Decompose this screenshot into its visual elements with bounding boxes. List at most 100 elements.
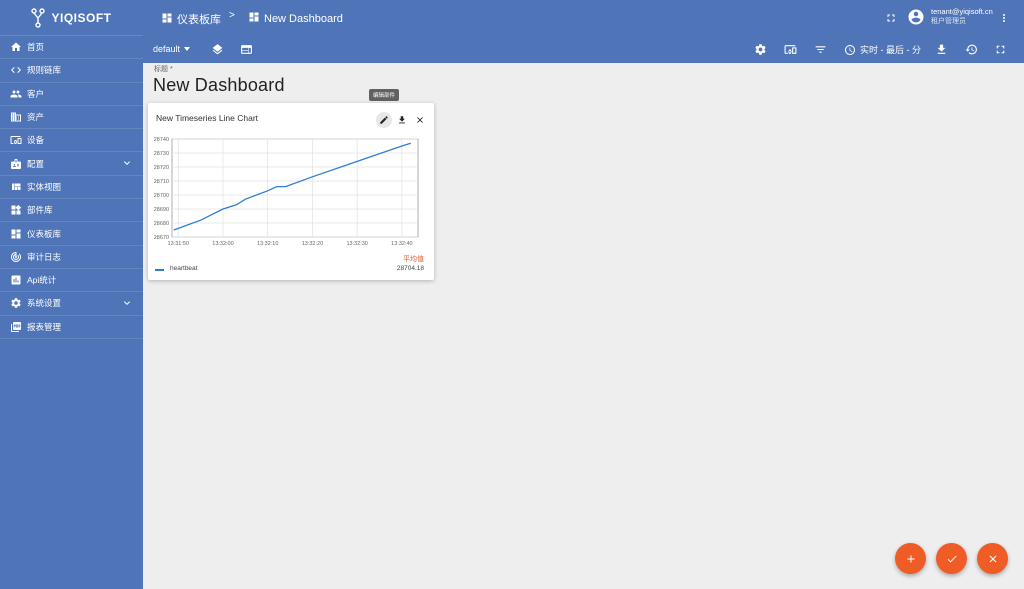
sidebar-item-label: 首页 [27, 42, 45, 53]
logo-icon [31, 7, 46, 28]
web-layout-icon[interactable] [240, 43, 253, 56]
y-axis-ticks: 2874028730287202871028700286902868028670 [154, 137, 169, 241]
settings-icon [9, 297, 22, 310]
sidebar-item-label: 规则链库 [27, 65, 62, 76]
sidebar-item-home[interactable]: 首页 [0, 36, 143, 60]
badge-icon [9, 157, 22, 170]
view-quilt-icon [9, 180, 22, 193]
chevron-down-icon[interactable] [121, 157, 133, 169]
caret-down-icon [184, 47, 191, 51]
devices-icon[interactable] [784, 43, 797, 56]
legend-series-name: heartbeat [170, 265, 198, 272]
settings-icon[interactable] [754, 43, 767, 56]
sidebar-item-widgets-library[interactable]: 部件库 [0, 199, 143, 223]
cancel-button[interactable] [977, 543, 1008, 574]
dashboard-toolbar: default 实时 - 最后 - 分 [143, 36, 1024, 63]
y-tick-label: 28730 [154, 151, 169, 157]
state-selector[interactable]: default [153, 44, 191, 54]
sidebar-item-devices[interactable]: 设备 [0, 129, 143, 153]
y-tick-label: 28740 [154, 137, 169, 143]
download-icon[interactable] [935, 43, 948, 56]
sidebar-menu: 首页 规则链库 客户 资产 设备 配置 实体视图 部件库 仪表板库 审计日志 A… [0, 36, 143, 339]
track-changes-icon [9, 250, 22, 263]
add-icon [907, 555, 914, 562]
x-axis-ticks: 13:31:50 13:32:00 13:32:10 13:32:20 13:32:30… [168, 241, 413, 247]
chevron-down-icon[interactable] [121, 297, 133, 309]
home-icon [9, 41, 22, 54]
legend-swatch [155, 269, 164, 271]
y-tick-label: 28700 [154, 193, 169, 199]
filter-list-icon[interactable] [814, 43, 827, 56]
logo-text: YIQISOFT [51, 10, 112, 25]
breadcrumb-separator: > [229, 10, 235, 21]
sidebar-item-label: 审计日志 [27, 251, 62, 262]
timewindow-label: 实时 - 最后 - 分 [860, 45, 921, 55]
sidebar-item-label: 报表管理 [27, 321, 62, 332]
x-tick-label: 13:31:50 [168, 241, 189, 247]
sidebar-item-label: 配置 [27, 158, 45, 169]
fullscreen-icon[interactable] [994, 43, 1007, 56]
legend-avg-value: 28704.18 [396, 265, 424, 272]
series-line-heartbeat [173, 142, 411, 231]
logo[interactable]: YIQISOFT [0, 0, 143, 36]
edit-icon[interactable] [376, 112, 392, 128]
sidebar-item-entity-views[interactable]: 实体视图 [0, 176, 143, 200]
sidebar-item-reports[interactable]: 报表管理 [0, 316, 143, 339]
breadcrumb-label: New Dashboard [264, 12, 343, 25]
user-info[interactable]: tenant@yiqisoft.cn 租户管理员 [931, 7, 993, 27]
sidebar-item-customers[interactable]: 客户 [0, 83, 143, 106]
x-tick-label: 13:32:00 [212, 241, 233, 247]
widget-title: New Timeseries Line Chart [156, 113, 259, 123]
insert-chart-icon [9, 274, 22, 287]
sidebar-item-label: 仪表板库 [27, 228, 62, 239]
title-field-label: 标题 * [154, 66, 173, 73]
history-icon[interactable] [965, 43, 978, 56]
legend-row[interactable]: heartbeat 28704.18 [155, 265, 427, 275]
sidebar-item-label: 实体视图 [27, 181, 62, 192]
close-icon[interactable] [413, 113, 427, 127]
save-button[interactable] [936, 543, 967, 574]
user-role: 租户管理员 [931, 18, 966, 25]
sidebar-item-label: 系统设置 [27, 298, 62, 309]
dashboard-icon [161, 12, 173, 27]
user-email: tenant@yiqisoft.cn [931, 7, 993, 16]
layers-icon[interactable] [211, 43, 224, 56]
dashboard-title-field[interactable]: New Dashboard [153, 75, 285, 96]
devices-icon [9, 134, 22, 147]
sidebar-item-label: Api统计 [27, 275, 57, 286]
top-header: 仪表板库 > New Dashboard tenant@yiqisoft.cn … [143, 0, 1024, 36]
more-vert-icon[interactable] [998, 11, 1010, 25]
pdf-icon [9, 320, 22, 333]
sidebar-item-rule-chains[interactable]: 规则链库 [0, 59, 143, 83]
sidebar-item-profiles[interactable]: 配置 [0, 152, 143, 176]
sidebar-item-system-settings[interactable]: 系统设置 [0, 292, 143, 316]
sidebar-item-assets[interactable]: 资产 [0, 106, 143, 130]
y-tick-label: 28680 [154, 221, 169, 227]
breadcrumb-current: New Dashboard [248, 11, 343, 26]
account-circle-icon[interactable] [907, 8, 925, 26]
sidebar-item-dashboards[interactable]: 仪表板库 [0, 222, 143, 246]
add-widget-button[interactable] [895, 543, 926, 574]
x-tick-label: 13:32:40 [391, 241, 412, 247]
timewindow-button[interactable]: 实时 - 最后 - 分 [844, 43, 921, 56]
sidebar-item-api-usage[interactable]: Api统计 [0, 269, 143, 293]
legend-avg-header: 平均值 [403, 256, 424, 263]
people-icon [9, 87, 22, 100]
download-icon[interactable] [395, 113, 409, 127]
breadcrumb-label: 仪表板库 [177, 14, 221, 26]
line-chart: 2874028730287202871028700286902868028670… [154, 137, 419, 247]
chart-series [173, 142, 411, 231]
check-icon [947, 555, 956, 562]
timeseries-widget[interactable]: New Timeseries Line Chart 28740 28730 2872… [148, 103, 434, 280]
fullscreen-icon[interactable] [885, 11, 897, 23]
sidebar-item-audit-logs[interactable]: 审计日志 [0, 246, 143, 269]
sidebar-item-label: 设备 [27, 135, 45, 146]
breadcrumb-dashboards[interactable]: 仪表板库 [161, 11, 221, 27]
x-tick-label: 13:32:30 [346, 241, 367, 247]
close-icon [989, 555, 996, 562]
dashboard-icon [9, 227, 22, 240]
y-tick-label: 28690 [154, 207, 169, 213]
sidebar-item-label: 部件库 [27, 205, 53, 216]
state-selector-value: default [153, 44, 181, 54]
domain-icon [9, 111, 22, 124]
